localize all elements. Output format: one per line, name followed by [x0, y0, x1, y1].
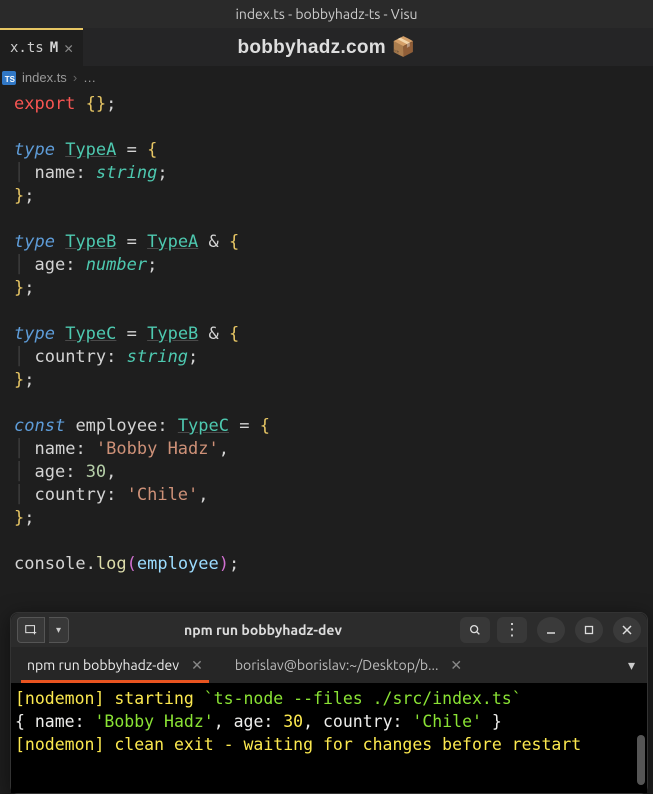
- watermark-text: bobbyhadz.com 📦: [237, 35, 415, 59]
- type-string: string: [127, 347, 188, 367]
- console-object: console: [14, 554, 86, 574]
- log-function: log: [96, 554, 127, 574]
- terminal-text: 30: [283, 712, 303, 731]
- type-reference: TypeA: [147, 232, 198, 252]
- new-tab-button[interactable]: [17, 617, 45, 643]
- type-string: string: [96, 163, 157, 183]
- editor-tab[interactable]: x.ts M ✕: [0, 28, 83, 66]
- type-identifier: TypeB: [65, 232, 116, 252]
- terminal-text: starting: [104, 689, 203, 708]
- terminal-header: ▾ npm run bobbyhadz-dev ⋮: [11, 613, 647, 647]
- property: name: [34, 163, 75, 183]
- search-icon: [468, 623, 482, 637]
- terminal-title: npm run bobbyhadz-dev: [73, 622, 453, 638]
- type-number: number: [86, 255, 147, 275]
- chevron-down-icon: ▾: [628, 657, 635, 674]
- minimize-button[interactable]: [537, 617, 565, 643]
- keyword-const: const: [14, 416, 65, 436]
- chevron-right-icon: ›: [73, 70, 77, 85]
- keyword-type: type: [14, 324, 55, 344]
- type-reference: TypeC: [178, 416, 229, 436]
- type-reference: TypeB: [147, 324, 198, 344]
- menu-button[interactable]: ⋮: [497, 617, 527, 643]
- maximize-button[interactable]: [575, 617, 603, 643]
- string-literal: 'Bobby Hadz': [96, 439, 219, 459]
- object-key: country: [34, 485, 106, 505]
- tab-filename: x.ts: [10, 40, 44, 56]
- keyword-type: type: [14, 232, 55, 252]
- terminal-tab-active[interactable]: npm run bobbyhadz-dev ✕: [11, 647, 219, 683]
- breadcrumb-more[interactable]: …: [83, 70, 96, 85]
- terminal-text: , country:: [303, 712, 412, 731]
- type-identifier: TypeA: [65, 140, 116, 160]
- object-key: name: [34, 439, 75, 459]
- close-icon: [622, 625, 632, 635]
- number-literal: 30: [86, 462, 106, 482]
- new-tab-dropdown[interactable]: ▾: [49, 617, 69, 643]
- close-icon[interactable]: ✕: [450, 657, 462, 674]
- string-literal: 'Chile': [127, 485, 199, 505]
- keyword-export: export: [14, 94, 75, 114]
- terminal-text: 'Chile': [412, 712, 482, 731]
- variable: employee: [75, 416, 157, 436]
- keyword-type: type: [14, 140, 55, 160]
- window-title: index.ts - bobbyhadz-ts - Visu: [0, 0, 653, 28]
- object-key: age: [34, 462, 65, 482]
- breadcrumb-file[interactable]: index.ts: [22, 70, 67, 85]
- breadcrumb[interactable]: TS index.ts › …: [0, 66, 653, 89]
- minimize-icon: [546, 625, 556, 635]
- tab-overflow-dropdown[interactable]: ▾: [616, 647, 647, 683]
- terminal-tab-label: npm run bobbyhadz-dev: [27, 657, 179, 673]
- terminal-tab-bar: npm run bobbyhadz-dev ✕ borislav@borisla…: [11, 647, 647, 683]
- tab-modified-indicator: M: [50, 40, 58, 56]
- code-editor[interactable]: export {}; type TypeA = { │ name: string…: [0, 89, 653, 580]
- terminal-text: , age:: [214, 712, 284, 731]
- scrollbar[interactable]: [637, 735, 645, 785]
- typescript-file-icon: TS: [2, 71, 16, 85]
- property: country: [34, 347, 106, 367]
- terminal-window: ▾ npm run bobbyhadz-dev ⋮ npm run bobbyh…: [10, 612, 648, 794]
- close-icon[interactable]: ✕: [64, 39, 73, 57]
- terminal-tab-label: borislav@borislav:~/Desktop/b...: [235, 657, 439, 673]
- property: age: [34, 255, 65, 275]
- maximize-icon: [584, 625, 594, 635]
- new-tab-icon: [24, 623, 38, 637]
- terminal-text: }: [482, 712, 502, 731]
- terminal-text: `ts-node --files ./src/index.ts`: [204, 689, 522, 708]
- variable-ref: employee: [137, 554, 219, 574]
- terminal-text: 'Bobby Hadz': [94, 712, 213, 731]
- kebab-icon: ⋮: [504, 620, 521, 640]
- terminal-text: [nodemon] clean exit - waiting for chang…: [15, 735, 581, 754]
- terminal-tab[interactable]: borislav@borislav:~/Desktop/b... ✕: [219, 647, 478, 683]
- editor-tab-bar: x.ts M ✕ bobbyhadz.com 📦: [0, 28, 653, 66]
- close-button[interactable]: [613, 617, 641, 643]
- terminal-text: { name:: [15, 712, 94, 731]
- terminal-output[interactable]: [nodemon] starting `ts-node --files ./sr…: [11, 683, 647, 793]
- close-icon[interactable]: ✕: [191, 657, 203, 674]
- terminal-text: [nodemon]: [15, 689, 104, 708]
- search-button[interactable]: [460, 617, 490, 643]
- type-identifier: TypeC: [65, 324, 116, 344]
